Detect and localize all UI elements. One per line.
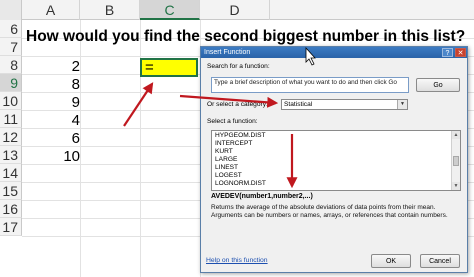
function-item-lognorm-dist[interactable]: LOGNORM.DIST xyxy=(215,180,266,188)
column-header-c[interactable]: C xyxy=(140,0,200,20)
ok-button[interactable]: OK xyxy=(371,254,411,268)
go-button[interactable]: Go xyxy=(416,78,460,92)
column-header-b[interactable]: B xyxy=(80,0,140,20)
help-on-function-link[interactable]: Help on this function xyxy=(206,257,268,264)
row-header-9[interactable]: 9 xyxy=(0,74,22,92)
function-description: Returns the average of the absolute devi… xyxy=(211,204,448,220)
cancel-button[interactable]: Cancel xyxy=(420,254,460,268)
category-label: Or select a category: xyxy=(207,101,268,108)
function-item-hypgeom-dist[interactable]: HYPGEOM.DIST xyxy=(215,132,266,140)
cell-a10[interactable]: 8 xyxy=(40,76,80,94)
function-item-kurt[interactable]: KURT xyxy=(215,148,233,156)
row-header-15[interactable]: 15 xyxy=(0,182,22,200)
scroll-down-icon[interactable]: ▼ xyxy=(452,182,460,190)
function-item-large[interactable]: LARGE xyxy=(215,156,237,164)
category-value: Statistical xyxy=(284,101,313,108)
category-select[interactable]: Statistical ▼ xyxy=(281,99,408,110)
cell-a14[interactable]: 10 xyxy=(40,148,80,166)
row-header-12[interactable]: 12 xyxy=(0,128,22,146)
select-function-label: Select a function: xyxy=(207,118,258,125)
row-header-6[interactable]: 6 xyxy=(0,20,22,38)
chevron-down-icon[interactable]: ▼ xyxy=(397,100,407,109)
function-item-linest[interactable]: LINEST xyxy=(215,164,238,172)
insert-function-dialog: Insert Function ? ✕ Search for a functio… xyxy=(200,46,468,273)
dialog-title: Insert Function xyxy=(201,47,467,58)
column-header-row: A B C D xyxy=(0,0,474,20)
row-header-16[interactable]: 16 xyxy=(0,200,22,218)
question-text: How would you find the second biggest nu… xyxy=(26,28,466,45)
search-label: Search for a function: xyxy=(207,63,270,70)
function-item-logest[interactable]: LOGEST xyxy=(215,172,242,180)
function-list[interactable]: HYPGEOM.DIST INTERCEPT KURT LARGE LINEST… xyxy=(211,130,461,191)
row-header-17[interactable]: 17 xyxy=(0,218,22,236)
help-icon[interactable]: ? xyxy=(442,48,453,57)
row-header-14[interactable]: 14 xyxy=(0,164,22,182)
function-search-input[interactable]: Type a brief description of what you wan… xyxy=(211,77,409,93)
row-header-11[interactable]: 11 xyxy=(0,110,22,128)
row-header-7[interactable]: 7 xyxy=(0,38,22,56)
function-list-scrollbar[interactable]: ▲ ▼ xyxy=(451,131,460,190)
cell-a12[interactable]: 4 xyxy=(40,112,80,130)
function-signature: AVEDEV(number1,number2,...) xyxy=(211,193,313,200)
column-header-d[interactable]: D xyxy=(200,0,270,20)
select-all-corner[interactable] xyxy=(0,0,22,20)
row-header-8[interactable]: 8 xyxy=(0,56,22,74)
cell-a9[interactable]: 2 xyxy=(40,58,80,76)
cell-a11[interactable]: 9 xyxy=(40,94,80,112)
scroll-up-icon[interactable]: ▲ xyxy=(452,131,460,139)
function-item-intercept[interactable]: INTERCEPT xyxy=(215,140,252,148)
row-header-10[interactable]: 10 xyxy=(0,92,22,110)
active-cell-c9[interactable]: = xyxy=(140,58,198,77)
column-header-a[interactable]: A xyxy=(22,0,80,20)
cell-a13[interactable]: 6 xyxy=(40,130,80,148)
row-header-13[interactable]: 13 xyxy=(0,146,22,164)
close-icon[interactable]: ✕ xyxy=(455,48,466,57)
scroll-thumb[interactable] xyxy=(453,156,459,166)
